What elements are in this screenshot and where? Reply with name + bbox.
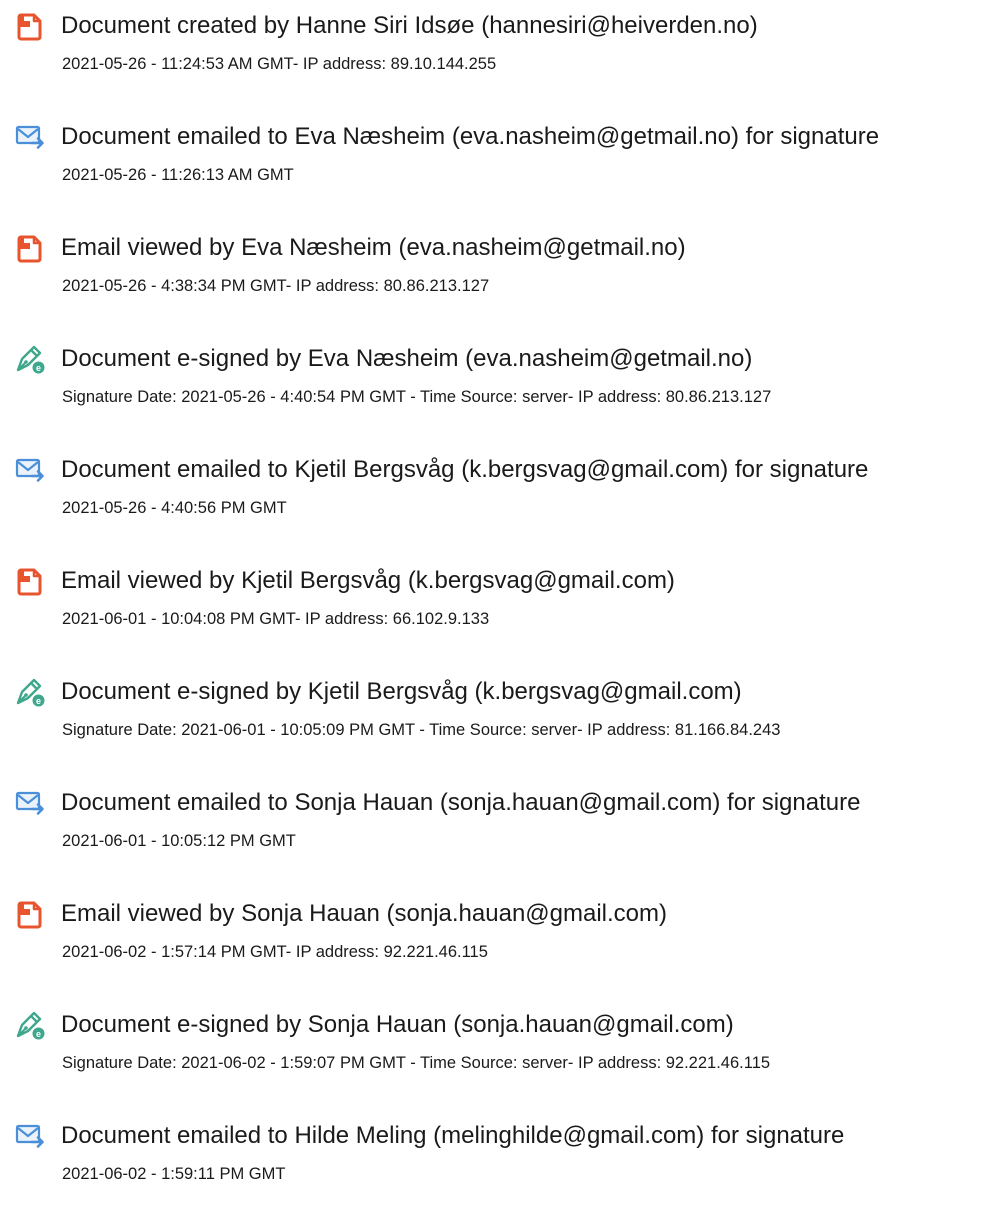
event-title: Document e-signed by Sonja Hauan (sonja.… [61, 1011, 734, 1038]
event-title: Email viewed by Kjetil Bergsvåg (k.bergs… [61, 567, 675, 594]
audit-event: e Document e-signed by Sonja Hauan (sonj… [0, 999, 992, 1099]
event-detail: 2021-06-02 - 1:59:11 PM GMT [62, 1165, 286, 1183]
event-title: Document emailed to Hilde Meling (meling… [61, 1122, 845, 1149]
event-detail: 2021-05-26 - 4:38:34 PM GMT- IP address:… [62, 277, 490, 295]
event-title: Document emailed to Eva Næsheim (eva.nas… [61, 123, 880, 150]
svg-text:e: e [36, 363, 41, 373]
event-detail: 2021-06-02 - 1:57:14 PM GMT- IP address:… [62, 943, 488, 961]
audit-event: Document emailed to Hilde Meling (meling… [0, 1110, 992, 1210]
event-detail: Signature Date: 2021-05-26 - 4:40:54 PM … [62, 388, 772, 406]
document-created-icon [14, 898, 46, 930]
email-sent-icon [14, 1120, 46, 1152]
event-title: Document emailed to Sonja Hauan (sonja.h… [61, 789, 861, 816]
event-detail: 2021-06-01 - 10:05:12 PM GMT [62, 832, 296, 850]
document-created-icon [14, 10, 46, 42]
document-created-icon [14, 232, 46, 264]
email-sent-icon [14, 454, 46, 486]
audit-event: Email viewed by Kjetil Bergsvåg (k.bergs… [0, 555, 992, 655]
audit-event: e Document e-signed by Eva Næsheim (eva.… [0, 333, 992, 433]
e-signed-pen-icon: e [14, 343, 46, 375]
event-detail: 2021-06-01 - 10:04:08 PM GMT- IP address… [62, 610, 490, 628]
audit-event: Document emailed to Kjetil Bergsvåg (k.b… [0, 444, 992, 544]
audit-event: Email viewed by Sonja Hauan (sonja.hauan… [0, 888, 992, 988]
event-detail: Signature Date: 2021-06-01 - 10:05:09 PM… [62, 721, 781, 739]
email-sent-icon [14, 121, 46, 153]
event-detail: 2021-05-26 - 11:24:53 AM GMT- IP address… [62, 55, 497, 73]
event-title: Document e-signed by Eva Næsheim (eva.na… [61, 345, 753, 372]
e-signed-pen-icon: e [14, 1009, 46, 1041]
svg-text:e: e [36, 696, 41, 706]
event-detail: 2021-05-26 - 4:40:56 PM GMT [62, 499, 287, 517]
audit-event: e Document e-signed by Kjetil Bergsvåg (… [0, 666, 992, 766]
event-title: Email viewed by Eva Næsheim (eva.nasheim… [61, 234, 686, 261]
event-title: Document created by Hanne Siri Idsøe (ha… [61, 12, 758, 39]
svg-text:e: e [36, 1029, 41, 1039]
event-detail: 2021-05-26 - 11:26:13 AM GMT [62, 166, 294, 184]
event-title: Document e-signed by Kjetil Bergsvåg (k.… [61, 678, 742, 705]
document-created-icon [14, 565, 46, 597]
audit-event: Document emailed to Sonja Hauan (sonja.h… [0, 777, 992, 877]
event-title: Email viewed by Sonja Hauan (sonja.hauan… [61, 900, 667, 927]
audit-event: Document emailed to Eva Næsheim (eva.nas… [0, 111, 992, 211]
event-detail: Signature Date: 2021-06-02 - 1:59:07 PM … [62, 1054, 771, 1072]
email-sent-icon [14, 787, 46, 819]
audit-event: Email viewed by Eva Næsheim (eva.nasheim… [0, 222, 992, 322]
e-signed-pen-icon: e [14, 676, 46, 708]
event-title: Document emailed to Kjetil Bergsvåg (k.b… [61, 456, 869, 483]
audit-event: Document created by Hanne Siri Idsøe (ha… [0, 0, 992, 100]
